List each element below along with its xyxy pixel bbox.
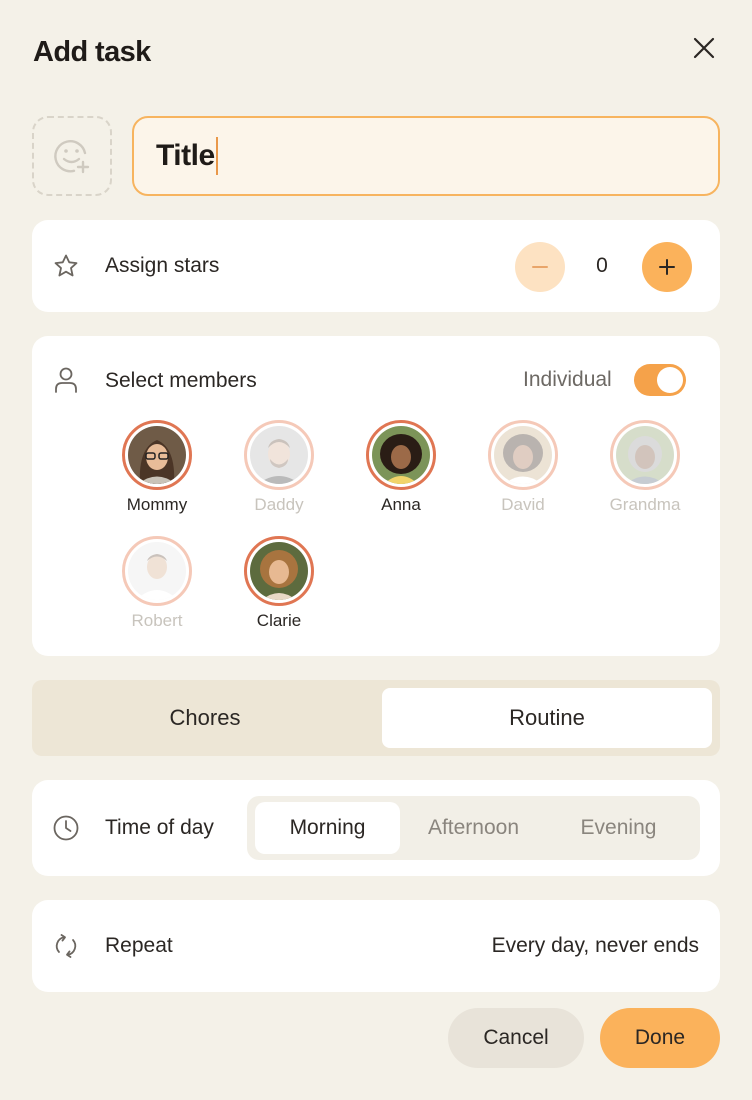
person-icon — [52, 366, 80, 394]
done-button[interactable]: Done — [600, 1008, 720, 1068]
plus-icon — [659, 259, 675, 275]
option-evening[interactable]: Evening — [546, 802, 691, 854]
member-grandma[interactable]: Grandma — [585, 420, 705, 515]
avatar — [610, 420, 680, 490]
stars-count: 0 — [596, 254, 608, 277]
time-of-day-card: Time of day Morning Afternoon Evening — [32, 780, 720, 876]
select-members-card: Select members Individual Mommy Daddy An… — [32, 336, 720, 656]
minus-icon — [532, 266, 548, 268]
member-name: Mommy — [126, 495, 188, 514]
member-name: Grandma — [609, 495, 681, 514]
member-clarie[interactable]: Clarie — [219, 536, 339, 631]
dialog-title: Add task — [33, 36, 151, 68]
member-name: Clarie — [256, 611, 302, 630]
tab-routine[interactable]: Routine — [382, 688, 712, 748]
time-of-day-segmented-control: Morning Afternoon Evening — [247, 796, 700, 860]
task-type-segmented-control: Chores Routine — [32, 680, 720, 756]
assign-stars-label: Assign stars — [105, 254, 220, 277]
decrease-stars-button[interactable] — [515, 242, 565, 292]
close-button[interactable] — [686, 30, 722, 66]
member-daddy[interactable]: Daddy — [219, 420, 339, 515]
member-mommy[interactable]: Mommy — [97, 420, 217, 515]
repeat-value: Every day, never ends — [491, 934, 699, 957]
option-morning[interactable]: Morning — [255, 802, 400, 854]
add-task-dialog: Add task Title Assign stars 0 Select mem… — [0, 0, 752, 1100]
add-emoji-icon — [54, 140, 90, 174]
avatar — [122, 420, 192, 490]
individual-toggle[interactable] — [634, 364, 686, 396]
member-name: Daddy — [254, 495, 304, 514]
title-input[interactable]: Title — [132, 116, 720, 196]
repeat-label: Repeat — [105, 934, 173, 957]
close-icon — [693, 37, 715, 59]
star-icon — [52, 252, 80, 280]
member-name: Anna — [381, 495, 421, 514]
member-robert[interactable]: Robert — [97, 536, 217, 631]
toggle-knob — [657, 367, 683, 393]
clock-icon — [52, 814, 80, 842]
member-david[interactable]: David — [463, 420, 583, 515]
individual-label: Individual — [523, 368, 612, 391]
avatar — [366, 420, 436, 490]
avatar — [122, 536, 192, 606]
member-name: David — [501, 495, 545, 514]
text-caret — [215, 137, 218, 175]
cancel-button[interactable]: Cancel — [448, 1008, 584, 1068]
avatar — [488, 420, 558, 490]
repeat-icon — [52, 932, 80, 960]
repeat-row[interactable]: Repeat Every day, never ends — [32, 900, 720, 992]
avatar — [244, 536, 314, 606]
avatar — [244, 420, 314, 490]
increase-stars-button[interactable] — [642, 242, 692, 292]
option-afternoon[interactable]: Afternoon — [401, 802, 546, 854]
member-name: Robert — [131, 611, 183, 630]
add-emoji-button[interactable] — [32, 116, 112, 196]
title-input-value: Title — [156, 139, 215, 172]
member-anna[interactable]: Anna — [341, 420, 461, 515]
tab-chores[interactable]: Chores — [40, 688, 370, 748]
assign-stars-card: Assign stars 0 — [32, 220, 720, 312]
time-of-day-label: Time of day — [105, 816, 214, 839]
select-members-label: Select members — [105, 369, 257, 392]
